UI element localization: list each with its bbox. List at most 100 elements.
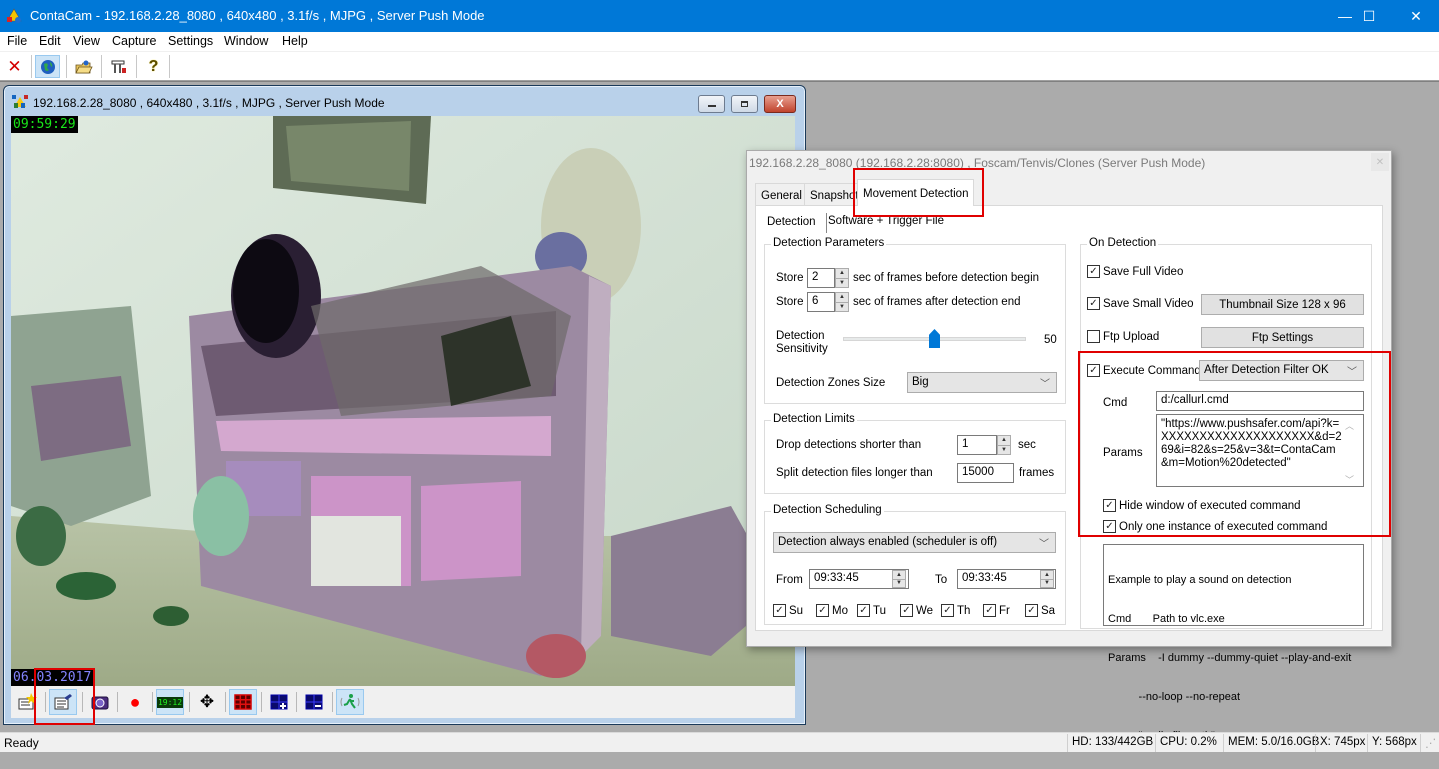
status-bar: Ready HD: 133/442GB CPU: 0.2% MEM: 5.0/1…: [0, 732, 1439, 752]
camera-close-button[interactable]: X: [764, 95, 796, 113]
store-before-spinner[interactable]: ▲ ▼: [835, 268, 849, 288]
open-files-button[interactable]: [71, 55, 96, 78]
movement-detection-button[interactable]: [336, 689, 364, 715]
checkbox-checked-icon: ✓: [1103, 499, 1116, 512]
dialog-close-button[interactable]: ✕: [1371, 153, 1389, 171]
status-mem: MEM: 5.0/16.0GB: [1223, 734, 1323, 752]
spin-down-icon: ▼: [893, 578, 905, 588]
zones-size-select[interactable]: Big ﹀: [907, 372, 1057, 393]
network-devices-button[interactable]: [106, 55, 131, 78]
camera-settings-button[interactable]: [49, 689, 77, 715]
scroll-down-icon[interactable]: ﹀: [1345, 473, 1354, 486]
status-y: Y: 568px: [1367, 734, 1421, 752]
store-after-value: 6: [812, 295, 819, 307]
snapshot-button[interactable]: [86, 689, 114, 715]
contacam-logo-icon: [6, 8, 22, 23]
menu-view[interactable]: View: [73, 34, 100, 48]
menu-help[interactable]: Help: [282, 34, 308, 48]
day-label: We: [916, 604, 934, 617]
store-after-input[interactable]: 6: [807, 292, 835, 312]
day-checkbox-th[interactable]: ✓ Th: [941, 604, 970, 617]
execute-when-value: After Detection Filter OK: [1204, 364, 1329, 376]
menu-capture[interactable]: Capture: [112, 34, 156, 48]
ftp-settings-button[interactable]: Ftp Settings: [1201, 327, 1364, 348]
toolbar-separator: [169, 55, 170, 78]
tab-movement-detection[interactable]: Movement Detection: [857, 179, 975, 206]
checkbox-checked-icon: ✓: [857, 604, 870, 617]
chevron-down-icon: ﹀: [1347, 367, 1357, 378]
checkbox-label: Hide window of executed command: [1119, 499, 1301, 512]
detection-limits-group: Detection Limits Drop detections shorter…: [764, 413, 1066, 494]
from-time-spinner[interactable]: ▲ ▼: [892, 570, 906, 588]
menu-window[interactable]: Window: [224, 34, 268, 48]
scheduler-mode-select[interactable]: Detection always enabled (scheduler is o…: [773, 532, 1056, 553]
store-after-spinner[interactable]: ▲ ▼: [835, 292, 849, 312]
button-label: Thumbnail Size 128 x 96: [1219, 298, 1346, 311]
remove-zones-button[interactable]: [300, 689, 328, 715]
day-checkbox-su[interactable]: ✓ Su: [773, 604, 803, 617]
day-checkbox-we[interactable]: ✓ We: [900, 604, 933, 617]
day-checkbox-sa[interactable]: ✓ Sa: [1025, 604, 1055, 617]
store-before-input[interactable]: 2: [807, 268, 835, 288]
network-cameras-icon: [111, 60, 126, 73]
resize-grip-icon[interactable]: ⋰: [1420, 734, 1439, 752]
day-checkbox-tu[interactable]: ✓ Tu: [857, 604, 886, 617]
example-line: Cmd Path to vlc.exe: [1108, 613, 1225, 625]
menu-settings[interactable]: Settings: [168, 34, 213, 48]
checkbox-label: Only one instance of executed command: [1119, 520, 1328, 533]
camera-video-feed[interactable]: 09:59:29 06.03.2017: [11, 116, 795, 686]
add-zones-button[interactable]: [265, 689, 293, 715]
close-icon: ✕: [1410, 7, 1422, 24]
to-time-spinner[interactable]: ▲ ▼: [1040, 570, 1054, 588]
toolbar-separator: [45, 692, 46, 712]
timestamp-toggle-button[interactable]: 19:12: [156, 689, 184, 715]
menu-file[interactable]: File: [7, 34, 27, 48]
scroll-up-icon[interactable]: ︿: [1345, 419, 1354, 432]
cmd-input[interactable]: d:/callurl.cmd: [1156, 391, 1364, 411]
save-full-video-checkbox[interactable]: ✓ Save Full Video: [1087, 265, 1183, 278]
record-button[interactable]: ●: [121, 689, 149, 715]
hide-window-checkbox[interactable]: ✓ Hide window of executed command: [1103, 499, 1301, 512]
example-line: --no-loop --no-repeat: [1108, 691, 1241, 703]
day-checkbox-mo[interactable]: ✓ Mo: [816, 604, 848, 617]
timestamp-icon: 19:12: [156, 696, 184, 708]
network-camera-button[interactable]: [35, 55, 60, 78]
remove-zones-icon: [305, 694, 323, 710]
execute-command-checkbox[interactable]: ✓ Execute Command: [1087, 364, 1201, 377]
checkbox-checked-icon: ✓: [1103, 520, 1116, 533]
split-files-label: Split detection files longer than: [776, 467, 933, 479]
split-files-input[interactable]: 15000: [957, 463, 1014, 483]
save-small-video-checkbox[interactable]: ✓ Save Small Video: [1087, 297, 1194, 310]
drop-detections-input[interactable]: 1: [957, 435, 997, 455]
sensitivity-slider-thumb[interactable]: [929, 329, 940, 348]
store-after-suffix: sec of frames after detection end: [853, 296, 1021, 308]
close-button[interactable]: ✕: [1393, 0, 1439, 32]
help-icon: ?: [148, 57, 159, 75]
params-label: Params: [1103, 447, 1143, 459]
snapshot-wizard-button[interactable]: [13, 689, 41, 715]
camera-minimize-button[interactable]: [698, 95, 725, 113]
ftp-upload-checkbox[interactable]: Ftp Upload: [1087, 330, 1159, 343]
detection-mode-select[interactable]: Software + Trigger File: [826, 213, 945, 233]
maximize-button[interactable]: ☐: [1346, 0, 1392, 32]
one-instance-checkbox[interactable]: ✓ Only one instance of executed command: [1103, 520, 1327, 533]
store-after-label: Store: [776, 296, 804, 308]
thumbnail-size-button[interactable]: Thumbnail Size 128 x 96: [1201, 294, 1364, 315]
menu-edit[interactable]: Edit: [39, 34, 61, 48]
fit-window-icon: ✥: [199, 692, 215, 711]
drop-detections-spinner[interactable]: ▲ ▼: [997, 435, 1011, 455]
execute-when-select[interactable]: After Detection Filter OK ﹀: [1199, 360, 1364, 381]
camera-snapshot-icon: [91, 696, 109, 710]
camera-restore-button[interactable]: [731, 95, 758, 113]
app-title: ContaCam - 192.168.2.28_8080 , 640x480 ,…: [30, 8, 485, 23]
params-value: "https://www.pushsafer.com/api?k=XXXXXXX…: [1161, 418, 1342, 469]
params-textarea[interactable]: "https://www.pushsafer.com/api?k=XXXXXXX…: [1156, 414, 1364, 487]
help-button[interactable]: ?: [141, 55, 166, 78]
day-checkbox-fr[interactable]: ✓ Fr: [983, 604, 1010, 617]
tab-snapshot[interactable]: Snapshot: [804, 183, 858, 205]
tab-general[interactable]: General: [755, 183, 808, 205]
detection-zones-button[interactable]: [229, 689, 257, 715]
fit-window-button[interactable]: ✥: [193, 689, 221, 715]
main-toolbar: ✕ ?: [0, 52, 1439, 81]
close-camera-button[interactable]: ✕: [2, 55, 27, 78]
